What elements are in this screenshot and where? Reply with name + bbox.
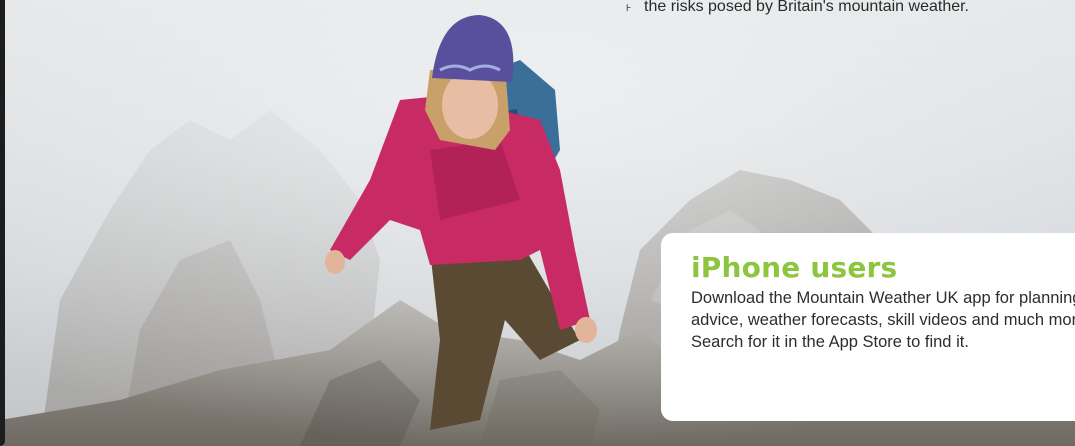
top-caption: ˫ the risks posed by Britain's mountain w… [626,0,1075,19]
promo-title: iPhone users [691,251,898,284]
top-caption-text: the risks posed by Britain's mountain we… [644,0,969,15]
iphone-promo-card: iPhone users Download the Mountain Weath… [661,233,1075,421]
bullet-tick-icon: ˫ [626,0,632,15]
left-edge-bar [0,0,5,446]
promo-body: Download the Mountain Weather UK app for… [691,289,1075,351]
right-hand [575,317,597,343]
face [442,71,498,139]
left-hand [325,250,345,274]
